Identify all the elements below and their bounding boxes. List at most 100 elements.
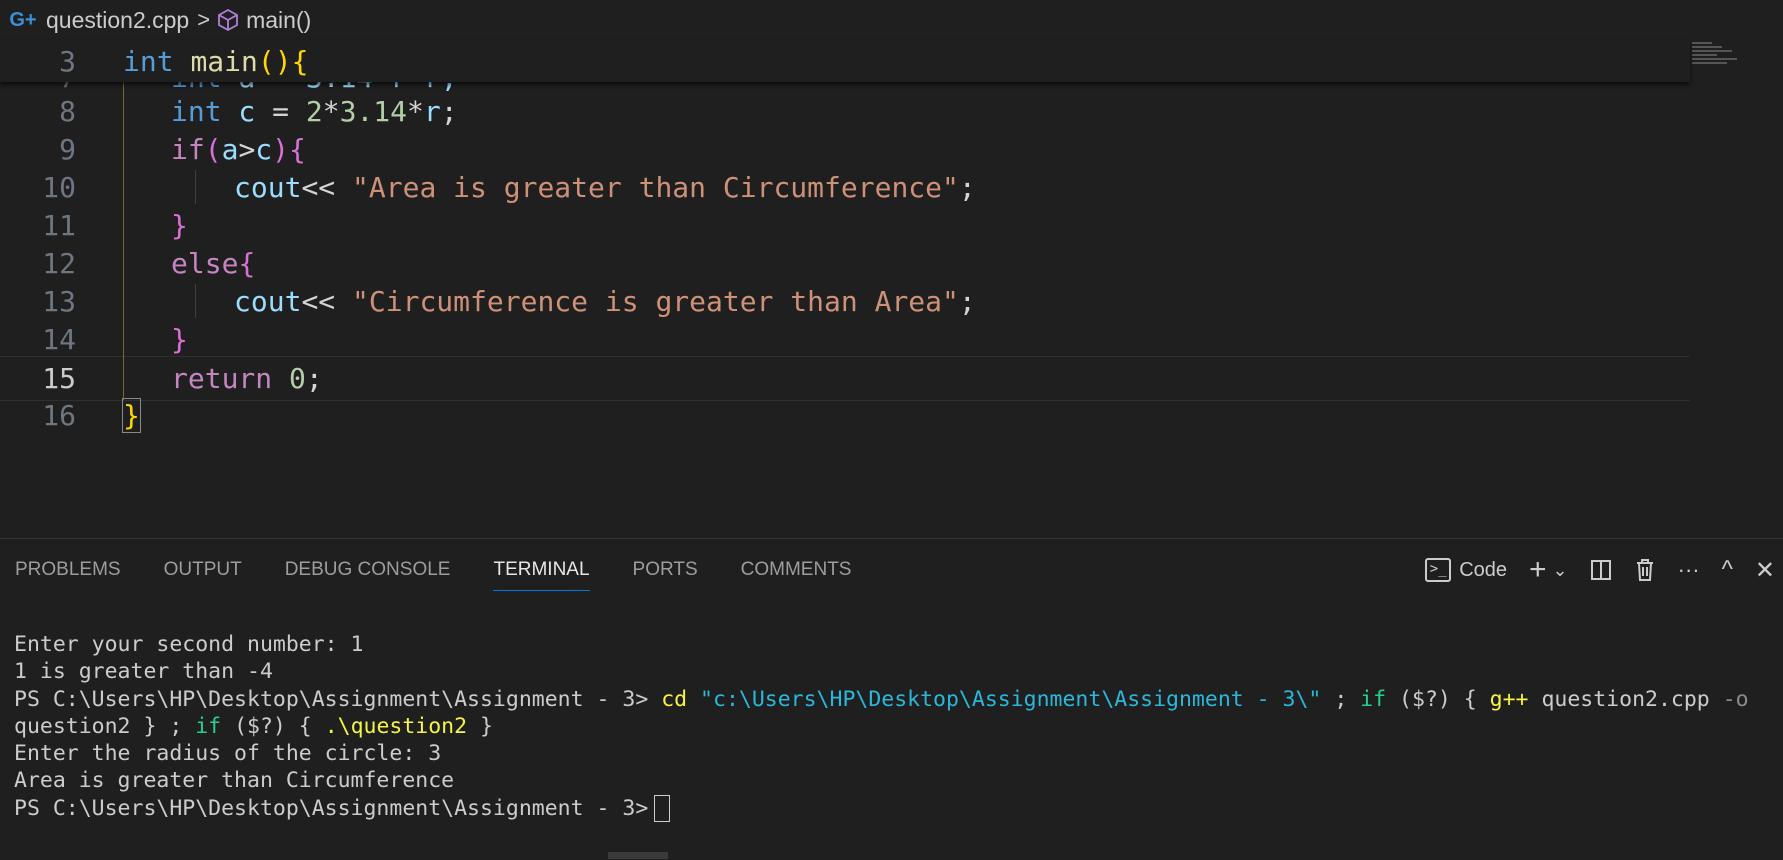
terminal-token: if <box>195 713 222 739</box>
line-number: 13 <box>42 285 76 318</box>
code-token: "Area is greater than Circumference" <box>352 171 959 204</box>
tab-output[interactable]: OUTPUT <box>164 539 242 601</box>
code-token: << <box>301 285 336 318</box>
terminal-line: Enter the radius of the circle: 3 <box>14 741 442 767</box>
code-token: cout <box>234 171 302 204</box>
terminal-token: .\question2 <box>324 713 468 739</box>
terminal-prompt: PS C:\Users\HP\Desktop\Assignment\Assign… <box>14 795 649 821</box>
code-token: c <box>255 133 273 166</box>
code-token: * <box>407 95 424 128</box>
code-line[interactable]: 13 cout<< "Circumference is greater than… <box>0 280 1690 323</box>
cpp-file-icon: G+ <box>9 8 37 31</box>
terminal-token: "c:\Users\HP\Desktop\Assignment\Assignme… <box>687 686 1322 712</box>
code-token: ; <box>958 171 976 204</box>
code-token: 2 <box>305 95 323 128</box>
indent-guide <box>195 170 196 204</box>
terminal-token: ($?) { <box>1386 686 1490 712</box>
trash-icon <box>1636 559 1653 581</box>
terminal-token: if <box>1360 686 1387 712</box>
code-line[interactable]: 8 int c = 2*3.14*r; <box>0 90 1690 133</box>
code-token: = <box>255 95 306 128</box>
code-line[interactable]: 9 if(a>c){ <box>0 128 1690 171</box>
terminal-token: ($?) { <box>221 713 325 739</box>
code-editor[interactable]: 3 int main(){ 7 int a = 3.14*r*r; 8 int … <box>0 40 1783 538</box>
tab-debug-console[interactable]: DEBUG CONSOLE <box>285 539 451 601</box>
terminal-token: question2.cpp <box>1528 686 1723 712</box>
terminal-token: question2 <box>14 713 131 739</box>
terminal-horizontal-scrollbar[interactable] <box>608 852 668 859</box>
code-token: } <box>171 323 188 356</box>
indent-guide <box>123 82 124 400</box>
breadcrumb-symbol[interactable]: main() <box>246 7 311 34</box>
code-token: int <box>123 45 174 78</box>
code-token: } <box>171 209 188 242</box>
terminal-icon: >_ <box>1425 558 1452 582</box>
maximize-panel-button[interactable]: ^ <box>1722 556 1733 584</box>
line-number: 8 <box>59 95 76 128</box>
code-token: ( <box>204 133 222 166</box>
shell-label: Code <box>1459 558 1508 581</box>
code-token: * <box>322 95 340 128</box>
terminal-token: g++ <box>1489 686 1529 712</box>
terminal-line: Enter your second number: 1 <box>14 632 364 657</box>
tab-ports[interactable]: PORTS <box>633 539 698 601</box>
terminal-line: Area is greater than Circumference <box>14 768 455 794</box>
split-icon <box>1590 560 1611 580</box>
split-terminal-button[interactable] <box>1590 559 1612 581</box>
code-token: "Circumference is greater than Area" <box>352 285 959 318</box>
tab-problems[interactable]: PROBLEMS <box>15 539 121 601</box>
code-token: 0 <box>289 362 306 395</box>
panel-actions: >_ Code + ⌄ ··· ^ ✕ <box>1425 539 1783 601</box>
line-number: 9 <box>59 133 76 166</box>
terminal-shell-selector[interactable]: >_ Code <box>1425 558 1507 582</box>
breadcrumb: G+ question2.cpp > main() <box>0 0 1783 40</box>
code-token: main <box>190 45 258 78</box>
code-line[interactable]: 10 cout<< "Area is greater than Circumfe… <box>0 166 1690 209</box>
code-token: a <box>221 133 239 166</box>
code-token: ; <box>440 95 458 128</box>
line-number: 11 <box>42 209 76 242</box>
more-actions-button[interactable]: ··· <box>1678 557 1700 583</box>
terminal-token: ; <box>1321 686 1361 712</box>
code-token: else <box>171 247 239 280</box>
terminal-prompt: PS C:\Users\HP\Desktop\Assignment\Assign… <box>14 686 662 712</box>
kill-terminal-button[interactable] <box>1634 558 1656 582</box>
code-line[interactable]: 14 } <box>0 318 1690 361</box>
sticky-scroll-header[interactable]: 3 int main(){ <box>0 40 1690 82</box>
code-line[interactable]: 12 else{ <box>0 242 1690 285</box>
indent-guide <box>195 284 196 318</box>
terminal-output[interactable]: Enter your second number: 1 1 is greater… <box>14 631 1749 823</box>
code-token: (){ <box>257 45 309 78</box>
chevron-right-icon: > <box>197 7 211 32</box>
close-panel-button[interactable]: ✕ <box>1755 556 1775 585</box>
terminal-token: } <box>467 713 493 739</box>
terminal-token: } ; <box>130 713 196 739</box>
code-token: { <box>238 247 256 280</box>
code-token: } <box>122 398 141 433</box>
minimap[interactable] <box>1692 40 1752 80</box>
tab-terminal[interactable]: TERMINAL <box>493 539 590 601</box>
terminal-token: -o <box>1722 686 1749 712</box>
line-number: 16 <box>42 399 76 432</box>
line-number: 15 <box>42 362 76 395</box>
add-terminal-button[interactable]: + <box>1529 553 1547 587</box>
terminal-token: cd <box>661 686 688 712</box>
cube-icon <box>218 8 238 32</box>
code-token: 3.14 <box>339 95 408 128</box>
code-line[interactable]: 16 } <box>0 394 1690 437</box>
line-number: 14 <box>42 323 76 356</box>
code-token: ; <box>958 285 976 318</box>
line-number: 10 <box>42 171 76 204</box>
line-number: 12 <box>42 247 76 280</box>
breadcrumb-file[interactable]: question2.cpp <box>46 7 189 34</box>
terminal-line: 1 is greater than -4 <box>14 659 273 685</box>
code-token: c <box>221 95 256 128</box>
chevron-down-icon[interactable]: ⌄ <box>1553 560 1568 581</box>
tab-comments[interactable]: COMMENTS <box>741 539 852 601</box>
code-token: if <box>171 133 205 166</box>
code-line[interactable]: 11 } <box>0 204 1690 247</box>
code-token: { <box>289 133 306 166</box>
code-token: int <box>171 95 222 128</box>
code-token: ) <box>272 133 290 166</box>
terminal-cursor <box>654 795 671 823</box>
